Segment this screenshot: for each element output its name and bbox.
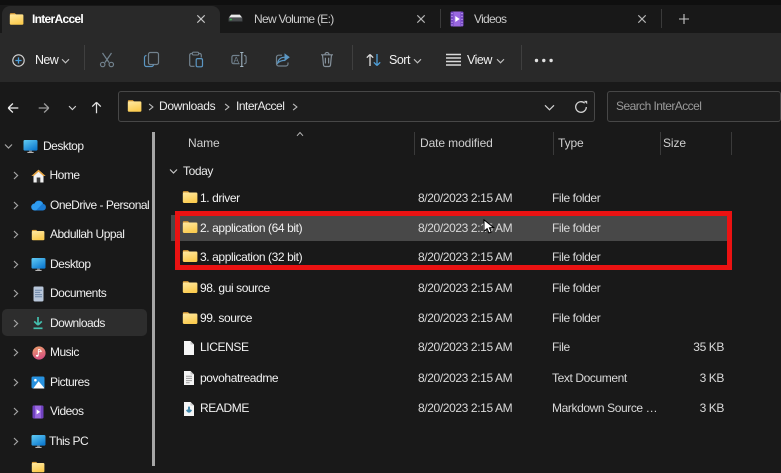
svg-text:A: A bbox=[233, 55, 239, 65]
